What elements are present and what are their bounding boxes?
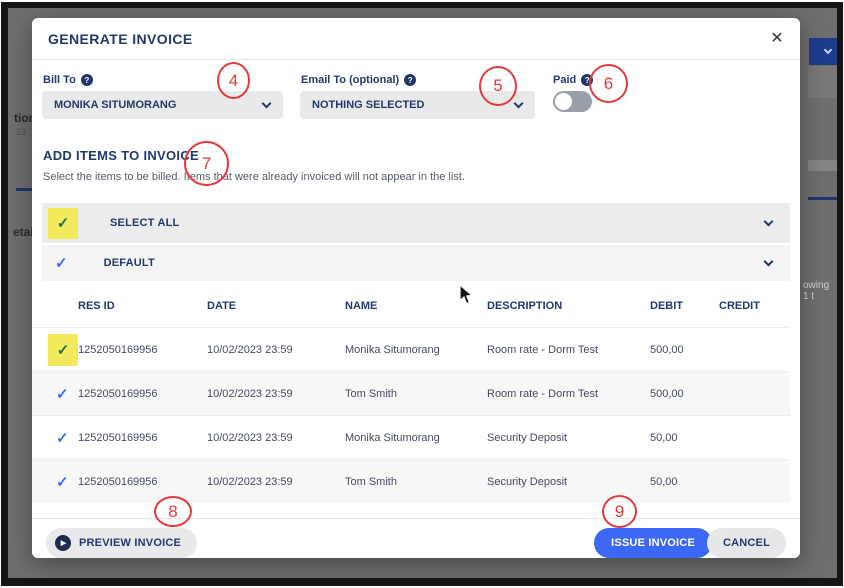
background-row-strip <box>808 160 837 171</box>
cell-date: 10/02/2023 23:59 <box>207 476 345 488</box>
background-row-strip <box>808 66 837 98</box>
cell-res-id: 1252050169956 <box>78 344 207 356</box>
annotation-circle-6: 6 <box>589 64 628 103</box>
annotation-circle-9: 9 <box>602 495 637 528</box>
paid-toggle[interactable] <box>553 91 592 112</box>
bill-to-select[interactable]: MONIKA SITUMORANG <box>42 91 283 119</box>
chevron-down-icon <box>262 99 272 109</box>
cell-description: Room rate - Dorm Test <box>487 344 650 356</box>
chevron-down-icon <box>823 46 831 54</box>
table-row[interactable]: ✓ 1252050169956 10/02/2023 23:59 Tom Smi… <box>32 459 790 503</box>
cell-debit: 50,00 <box>650 432 719 444</box>
row-check-icon[interactable]: ✓ <box>57 341 70 359</box>
annotation-circle-8: 8 <box>154 496 192 527</box>
play-icon: ▶ <box>55 535 71 551</box>
column-header-res-id: RES ID <box>78 300 207 322</box>
cell-debit: 50,00 <box>650 476 719 488</box>
preview-invoice-label: PREVIEW INVOICE <box>79 537 181 549</box>
items-section-subtext: Select the items to be billed. Items tha… <box>43 171 465 183</box>
background-showing-caption-fragment: owing 1 t <box>803 280 837 302</box>
row-check-icon[interactable]: ✓ <box>56 385 78 403</box>
close-icon[interactable]: ✕ <box>764 25 790 51</box>
cell-description: Security Deposit <box>487 432 650 444</box>
annotation-circle-7: 7 <box>184 141 229 186</box>
cancel-button[interactable]: CANCEL <box>707 528 786 558</box>
check-icon[interactable]: ✓ <box>57 214 70 232</box>
cell-date: 10/02/2023 23:59 <box>207 432 345 444</box>
screenshot-root: tion 23 etai owing 1 t GENERATE INVOICE … <box>0 0 844 588</box>
email-to-selected-value: NOTHING SELECTED <box>312 99 424 111</box>
bill-to-selected-value: MONIKA SITUMORANG <box>54 99 176 111</box>
background-tab-label-fragment: etai <box>13 225 34 239</box>
help-icon[interactable]: ? <box>404 74 416 86</box>
modal-footer: ▶ PREVIEW INVOICE ISSUE INVOICE CANCEL <box>32 518 800 558</box>
table-row[interactable]: ✓ 1252050169956 10/02/2023 23:59 Tom Smi… <box>32 371 790 415</box>
cell-date: 10/02/2023 23:59 <box>207 388 345 400</box>
cell-description: Security Deposit <box>487 476 650 488</box>
paid-label-text: Paid <box>553 74 576 86</box>
paid-label: Paid ? <box>553 74 593 86</box>
table-row[interactable]: ✓ 1252050169956 10/02/2023 23:59 Monika … <box>32 415 790 459</box>
email-to-label: Email To (optional) ? <box>301 74 416 86</box>
modal-header: GENERATE INVOICE ✕ <box>32 18 800 60</box>
toggle-knob <box>555 93 572 110</box>
column-header-spacer <box>42 312 78 322</box>
issue-invoice-button[interactable]: ISSUE INVOICE <box>594 528 712 558</box>
cell-name: Monika Situmorang <box>345 344 487 356</box>
highlight-block: ✓ <box>48 208 78 239</box>
cell-name: Monika Situmorang <box>345 432 487 444</box>
chevron-down-icon <box>514 99 524 109</box>
select-all-label: SELECT ALL <box>110 217 179 229</box>
chevron-down-icon[interactable] <box>764 257 774 267</box>
preview-invoice-button[interactable]: ▶ PREVIEW INVOICE <box>46 528 197 558</box>
bill-to-label: Bill To ? <box>43 74 93 86</box>
background-actions-button <box>809 38 837 65</box>
cell-res-id: 1252050169956 <box>78 476 207 488</box>
row-check-icon[interactable]: ✓ <box>56 473 78 491</box>
cell-name: Tom Smith <box>345 476 487 488</box>
annotation-circle-5: 5 <box>479 66 517 106</box>
cell-description: Room rate - Dorm Test <box>487 388 650 400</box>
cell-res-id: 1252050169956 <box>78 432 207 444</box>
row-check-icon[interactable]: ✓ <box>56 429 78 447</box>
items-table-header: RES ID DATE NAME DESCRIPTION DEBIT CREDI… <box>32 287 790 322</box>
email-to-label-text: Email To (optional) <box>301 74 399 86</box>
table-row[interactable]: ✓ 1252050169956 10/02/2023 23:59 Monika … <box>32 327 790 371</box>
cell-debit: 500,00 <box>650 388 719 400</box>
annotation-circle-4: 4 <box>217 62 250 99</box>
help-icon[interactable]: ? <box>81 74 93 86</box>
column-header-description: DESCRIPTION <box>487 300 650 322</box>
highlight-block: ✓ <box>48 334 78 366</box>
mouse-cursor <box>459 284 474 306</box>
select-all-row[interactable]: ✓ SELECT ALL <box>42 203 790 243</box>
items-table-body: ✓ 1252050169956 10/02/2023 23:59 Monika … <box>32 327 790 503</box>
cell-name: Tom Smith <box>345 388 487 400</box>
column-header-debit: DEBIT <box>650 300 719 322</box>
check-icon[interactable]: ✓ <box>55 254 68 272</box>
column-header-date: DATE <box>207 300 345 322</box>
cell-debit: 500,00 <box>650 344 719 356</box>
column-header-credit: CREDIT <box>719 300 790 322</box>
background-table-header-line <box>808 197 837 200</box>
chevron-down-icon[interactable] <box>764 217 774 227</box>
modal-title: GENERATE INVOICE <box>48 31 193 47</box>
bill-to-label-text: Bill To <box>43 74 76 86</box>
background-date-fragment: 23 <box>16 127 26 137</box>
cell-date: 10/02/2023 23:59 <box>207 344 345 356</box>
default-group-row[interactable]: ✓ DEFAULT <box>42 245 790 281</box>
items-section-heading: ADD ITEMS TO INVOICE <box>43 148 199 163</box>
default-group-label: DEFAULT <box>104 257 155 269</box>
generate-invoice-modal: GENERATE INVOICE ✕ Bill To ? MONIKA SITU… <box>32 18 800 558</box>
cell-res-id: 1252050169956 <box>78 388 207 400</box>
